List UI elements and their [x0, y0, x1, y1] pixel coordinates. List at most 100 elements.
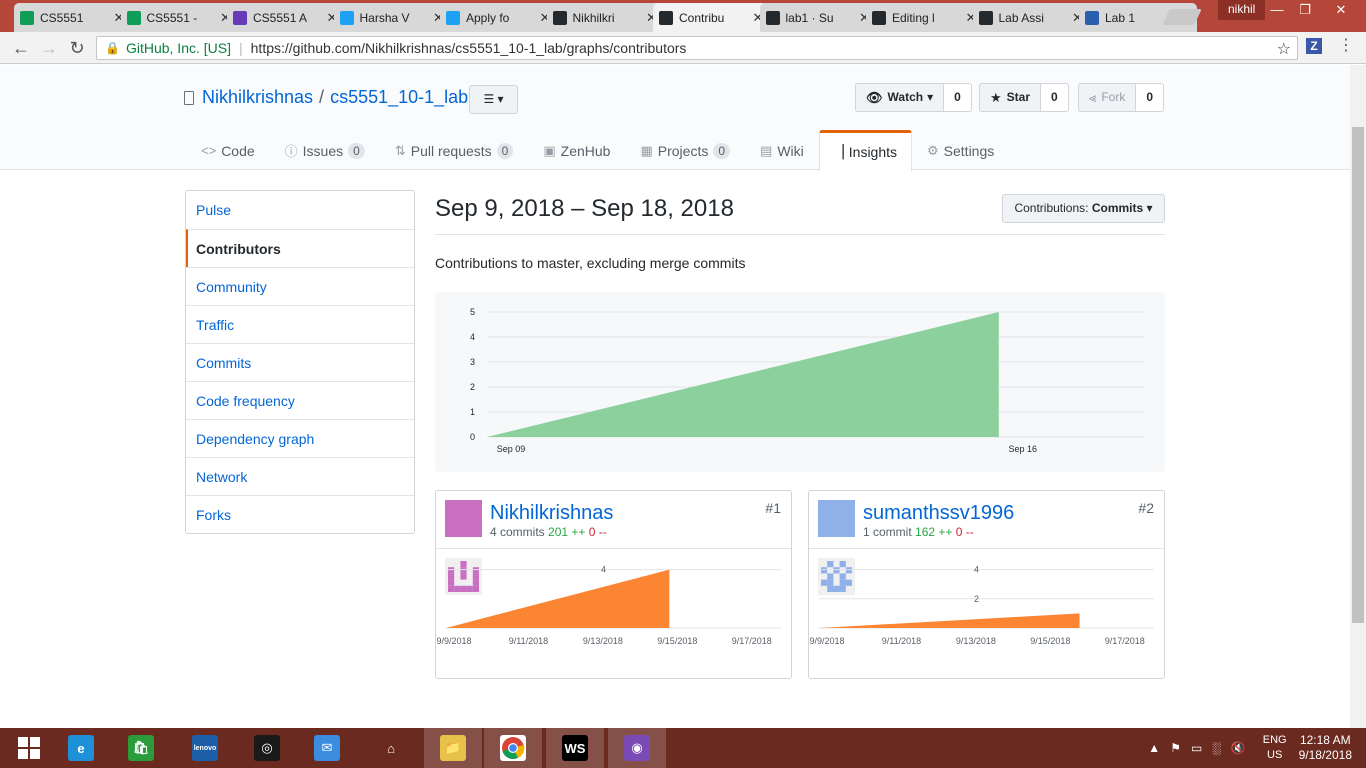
- reload-icon[interactable]: ↻: [66, 38, 88, 58]
- scrollbar-thumb[interactable]: [1352, 127, 1364, 623]
- taskbar-app[interactable]: ✉: [298, 728, 356, 768]
- browser-menu-icon[interactable]: ⋮: [1338, 36, 1354, 56]
- taskbar-app[interactable]: WS: [546, 728, 604, 768]
- bookmark-star-icon[interactable]: ☆: [1277, 39, 1291, 59]
- sidebar-item-dependency-graph[interactable]: Dependency graph: [186, 419, 414, 457]
- back-icon[interactable]: ←: [10, 38, 32, 58]
- contributor-commits-chart[interactable]: 4 9/9/2018 9/11/2018 9/13/2018 9/15/2018 9/17…: [436, 549, 791, 677]
- flag-icon[interactable]: ⚑: [1170, 741, 1181, 755]
- fork-count[interactable]: 0: [1136, 83, 1165, 112]
- page-scrollbar[interactable]: [1350, 65, 1366, 728]
- network-icon[interactable]: ░: [1212, 741, 1221, 755]
- x-tick-label: 9/9/2018: [809, 636, 844, 646]
- watch-button[interactable]: 👁 Watch ▾: [855, 83, 945, 112]
- repo-tab-wiki[interactable]: ▤ Wiki: [745, 130, 819, 170]
- contributor-commits-chart[interactable]: 2 4 9/9/2018 9/11/2018 9/13/2018 9/15/2018 9/1…: [809, 549, 1164, 677]
- input-language[interactable]: ENG US: [1263, 733, 1287, 763]
- repo-tab-pull-requests[interactable]: ⇅ Pull requests 0: [380, 130, 529, 170]
- fork-action: ⪡ Fork 0: [1078, 83, 1165, 112]
- browser-tab[interactable]: Nikhilkri ✕: [546, 3, 665, 32]
- repo-title: Nikhilkrishnas / cs5551_10-1_lab: [184, 87, 468, 108]
- forms-icon: [233, 10, 247, 25]
- browser-tab[interactable]: lab1 · Su ✕: [759, 3, 878, 32]
- browser-tab[interactable]: CS5551 - ✕: [120, 3, 239, 32]
- browser-tab[interactable]: Lab Assi ✕: [972, 3, 1091, 32]
- contributor-name-link[interactable]: sumanthssv1996: [863, 502, 1014, 525]
- x-tick-label: 9/11/2018: [882, 636, 921, 646]
- fork-button[interactable]: ⪡ Fork: [1078, 83, 1137, 112]
- minimize-icon[interactable]: —: [1262, 2, 1292, 17]
- star-button[interactable]: ★ Star: [979, 83, 1041, 112]
- browser-tab[interactable]: Contribu ✕: [653, 3, 771, 32]
- contributor-commits-area[interactable]: [819, 613, 1080, 628]
- repo-tab-issues[interactable]: ⓘ Issues 0: [270, 130, 380, 170]
- repo-tab-settings[interactable]: ⚙ Settings: [912, 130, 1009, 170]
- taskbar-app[interactable]: ◉: [608, 728, 666, 768]
- address-url[interactable]: https://github.com/Nikhilkrishnas/cs5551…: [251, 40, 687, 56]
- y-tick-label: 0: [470, 432, 475, 442]
- avatar[interactable]: [445, 500, 482, 595]
- contributions-type-select[interactable]: Contributions: Commits ▾: [1002, 194, 1165, 223]
- repo-tab-code[interactable]: <> Code: [186, 130, 270, 170]
- repo-tab-zenhub[interactable]: ▣ ZenHub: [528, 130, 625, 170]
- volume-muted-icon[interactable]: 🔇: [1231, 741, 1246, 755]
- taskbar-app[interactable]: [0, 728, 58, 768]
- browser-tab[interactable]: Harsha V ✕: [333, 3, 452, 32]
- sidebar-item-forks[interactable]: Forks: [186, 495, 414, 533]
- repo-tab-label: Pull requests: [410, 142, 492, 159]
- eye-icon: 👁: [866, 90, 883, 105]
- close-window-icon[interactable]: ✕: [1326, 2, 1356, 18]
- taskbar-app[interactable]: ⌂: [362, 728, 420, 768]
- repo-name-link[interactable]: cs5551_10-1_lab: [330, 87, 468, 108]
- commits-area[interactable]: [487, 312, 999, 437]
- address-bar[interactable]: 🔒 GitHub, Inc. [US] | https://github.com…: [96, 36, 1298, 60]
- sidebar-item-code-frequency[interactable]: Code frequency: [186, 381, 414, 419]
- tray-chevron-icon[interactable]: ▲: [1148, 741, 1160, 755]
- repo-tab-projects[interactable]: ▦ Projects 0: [625, 130, 745, 170]
- taskbar-app[interactable]: 🛍: [112, 728, 170, 768]
- mail-icon: ✉: [314, 735, 340, 761]
- taskbar-app[interactable]: ◎: [238, 728, 296, 768]
- watch-count[interactable]: 0: [944, 83, 972, 112]
- store-icon: 🛍: [128, 735, 154, 761]
- watch-label: Watch: [887, 90, 924, 104]
- sidebar-item-commits[interactable]: Commits: [186, 343, 414, 381]
- commit-count-link[interactable]: 1 commit: [863, 525, 912, 539]
- zenhub-extension-icon[interactable]: Z: [1306, 38, 1322, 54]
- contributor-commits-area[interactable]: [446, 569, 670, 628]
- commits-overview-svg: 0 1 2 3 4 5 Sep 09 Sep 16: [470, 307, 1145, 454]
- browser-profile-name[interactable]: nikhil: [1218, 0, 1266, 20]
- taskbar-app[interactable]: lenovo: [176, 728, 234, 768]
- sidebar-item-network[interactable]: Network: [186, 457, 414, 495]
- taskbar-app[interactable]: e: [52, 728, 110, 768]
- sidebar-item-traffic[interactable]: Traffic: [186, 305, 414, 343]
- commits-overview-chart[interactable]: 0 1 2 3 4 5 Sep 09 Sep 16: [435, 292, 1165, 472]
- device-icon[interactable]: ▭: [1191, 741, 1202, 755]
- twitter-icon: [446, 10, 460, 25]
- tab-title: CS5551: [40, 10, 84, 25]
- system-clock[interactable]: 12:18 AM 9/18/2018: [1299, 733, 1352, 763]
- repo-tab-insights[interactable]: ▕ Insights: [818, 130, 913, 171]
- commit-count-link[interactable]: 4 commits: [490, 525, 545, 539]
- sidebar-item-contributors[interactable]: Contributors: [186, 229, 414, 267]
- github-desktop-icon: ◉: [624, 735, 650, 761]
- dropdown-caret-icon: ▾: [1146, 201, 1153, 215]
- taskbar-app[interactable]: [484, 728, 542, 768]
- forward-icon[interactable]: →: [38, 38, 60, 58]
- browser-tab[interactable]: CS5551 ✕: [14, 3, 132, 32]
- contributions-select-value: Commits: [1091, 201, 1144, 215]
- contributor-card: sumanthssv1996 1 commit 162 ++ 0 -- #2 2 4 9/…: [808, 490, 1165, 679]
- sidebar-item-pulse[interactable]: Pulse: [186, 191, 414, 229]
- restore-icon[interactable]: ❐: [1290, 2, 1320, 18]
- zenhub-menu-button[interactable]: ☰ ▾: [469, 85, 518, 114]
- repo-owner-link[interactable]: Nikhilkrishnas: [202, 87, 313, 108]
- browser-tab[interactable]: CS5551 A ✕: [227, 3, 345, 32]
- avatar[interactable]: [818, 500, 855, 595]
- browser-tab[interactable]: Editing l ✕: [866, 3, 984, 32]
- sidebar-item-community[interactable]: Community: [186, 267, 414, 305]
- contributor-name-link[interactable]: Nikhilkrishnas: [490, 502, 613, 525]
- star-count[interactable]: 0: [1041, 83, 1069, 112]
- browser-tab[interactable]: Apply fo ✕: [440, 3, 558, 32]
- taskbar-app[interactable]: 📁: [424, 728, 482, 768]
- x-tick-label: 9/9/2018: [436, 636, 471, 646]
